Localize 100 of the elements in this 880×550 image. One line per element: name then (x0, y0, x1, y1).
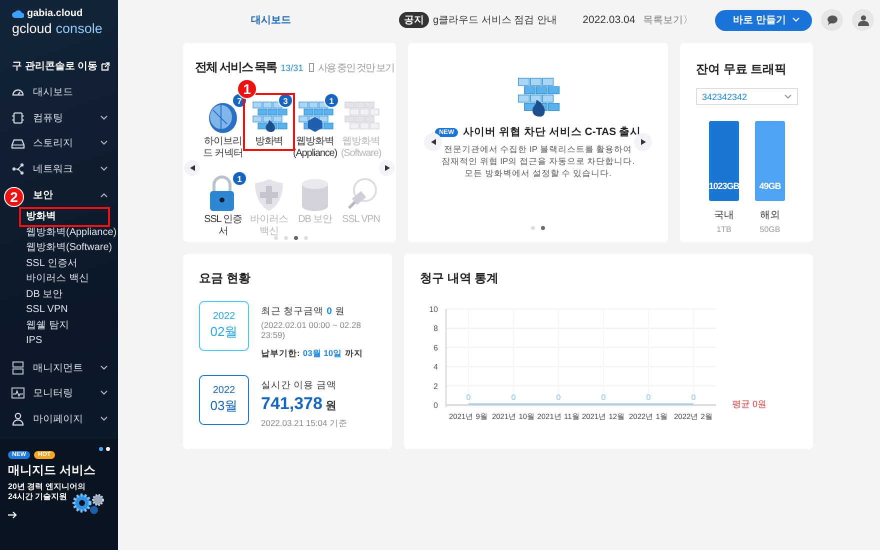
chevron-down-icon (100, 390, 108, 396)
breadcrumb[interactable]: 대시보드 (251, 13, 291, 27)
menu-item[interactable]: 매니지먼트 (33, 354, 108, 381)
timestamp: 2022.03.21 15:04 기준 (261, 418, 348, 430)
axis-tick-label: 8 (434, 324, 438, 334)
submenu-item[interactable]: 웹쉘 탐지 (22, 318, 73, 334)
person-icon (11, 412, 25, 426)
data-label: 0 (601, 393, 606, 402)
chip-icon (11, 110, 25, 125)
page-dot[interactable] (304, 236, 308, 240)
amount-value: 0 (326, 306, 332, 317)
amount-value: 741,378 (261, 394, 322, 414)
notice-tag: 공지 (399, 12, 429, 28)
chevron-down-icon (792, 17, 800, 23)
data-label: 0 (556, 393, 561, 402)
card-title: 잔여 무료 트래픽 (696, 61, 788, 78)
page-dot[interactable] (541, 226, 545, 230)
notice-title[interactable]: g클라우드 서비스 점검 안내 (433, 13, 557, 27)
account-select[interactable]: 342342342 (696, 88, 798, 105)
due-date: 03월 10일 (302, 348, 342, 360)
due-suffix: 까지 (345, 348, 364, 360)
count-badge: 1 (232, 171, 247, 186)
service-label[interactable]: 웹방화벽(Appliance) (292, 136, 338, 159)
average-label: 평균 0원 (732, 398, 767, 411)
box-month: 02월 (210, 323, 238, 341)
create-button[interactable]: 바로 만들기 (715, 10, 812, 30)
service-label[interactable]: 하이브리드 커넥터 (200, 136, 246, 159)
monitor-icon (11, 386, 25, 400)
cloud-icon (12, 10, 24, 18)
banner-text: 모든 방화벽에서 설정할 수 있습니다. (464, 168, 612, 180)
box-year: 2022 (212, 311, 236, 322)
submenu-item[interactable]: DB 보안 (22, 286, 67, 302)
brand-name: gabia.cloud (27, 8, 83, 19)
traffic-region: 해외 (760, 209, 780, 222)
data-label: 0 (646, 393, 651, 402)
menu-item[interactable]: 모니터링 (33, 380, 108, 406)
caret-right-icon (640, 139, 646, 145)
axis-tick-label: 10 (429, 305, 438, 314)
chevron-down-icon (100, 166, 108, 172)
next-button[interactable] (379, 160, 395, 176)
submenu-item[interactable]: IPS (22, 333, 46, 349)
chat-button[interactable] (821, 9, 843, 31)
product-suffix: console (56, 21, 102, 36)
chevron-down-icon (100, 416, 108, 422)
list-link[interactable]: 목록보기〉 (643, 13, 694, 27)
menu-item[interactable]: 네트워크 (33, 156, 108, 182)
legacy-console-link[interactable]: 구 관리콘솔로 이동 (12, 59, 98, 73)
page-dot[interactable] (294, 236, 298, 240)
promo-text: 20년 경력 엔지니어의 (8, 482, 86, 492)
menu-item[interactable]: 대시보드 (33, 79, 108, 105)
service-label[interactable]: SSL 인증서 (200, 214, 246, 237)
arrow-right-icon[interactable] (8, 510, 18, 519)
gears-icon (72, 491, 106, 515)
menu-item[interactable]: 마이페이지 (33, 406, 108, 432)
card-title: 전체 서비스 목록 (195, 59, 277, 76)
due-label: 납부기한: (261, 348, 300, 360)
card-title: 요금 현황 (199, 270, 252, 287)
chevron-down-icon (100, 114, 108, 121)
product-name: gcloud (12, 21, 52, 36)
page-dot[interactable] (531, 226, 535, 230)
caret-right-icon (384, 165, 390, 171)
menu-item[interactable]: 컴퓨팅 (33, 104, 108, 130)
page-dot[interactable] (284, 236, 288, 240)
promo-text: 24시간 기술지원 (8, 492, 68, 503)
chevron-up-icon (100, 192, 108, 198)
data-label: 0 (511, 393, 516, 402)
submenu-item[interactable]: SSL 인증서 (22, 256, 82, 272)
caret-left-icon (430, 139, 436, 145)
submenu-item[interactable]: 웹방화벽(Software) (22, 240, 116, 256)
banner-title[interactable]: 사이버 위협 차단 서비스 C-TAS 출시 (463, 125, 642, 139)
server-icon (11, 360, 25, 375)
chevron-down-icon (100, 140, 108, 146)
previous-button[interactable] (424, 133, 442, 151)
service-label[interactable]: 방화벽 (254, 136, 284, 148)
caret-left-icon (190, 165, 194, 171)
user-icon (858, 14, 868, 26)
carousel-dot[interactable] (99, 447, 103, 451)
menu-item[interactable]: 보안 (33, 182, 108, 208)
external-link-icon (100, 62, 110, 70)
submenu-item[interactable]: 방화벽 (22, 209, 60, 225)
promo-title: 매니지드 서비스 (8, 462, 96, 479)
submenu-item[interactable]: 바이러스 백신 (22, 271, 93, 287)
chevron-down-icon (100, 364, 108, 371)
page-dot[interactable] (274, 236, 278, 240)
menu-item[interactable]: 스토리지 (33, 130, 108, 156)
previous-button[interactable] (184, 160, 200, 176)
traffic-value: 49GB (759, 181, 781, 191)
traffic-region: 국내 (714, 209, 734, 222)
amount-unit: 원 (334, 305, 345, 318)
data-label: 0 (466, 393, 471, 402)
banner-text: 전문기관에서 수집한 IP 블랙리스트를 활용하여 (442, 144, 634, 156)
submenu-item[interactable]: SSL VPN (22, 302, 72, 318)
service-count: 13/31 (280, 62, 304, 72)
filter-checkbox[interactable] (309, 63, 314, 72)
amount-unit: 원 (325, 399, 336, 413)
carousel-dot[interactable] (106, 447, 110, 451)
box-month: 03월 (210, 397, 238, 415)
banner-text: 잠재적인 위협 IP의 접근을 자동으로 차단합니다. (441, 156, 635, 168)
submenu-item[interactable]: 웹방화벽(Appliance) (22, 224, 121, 240)
account-button[interactable] (852, 9, 874, 31)
